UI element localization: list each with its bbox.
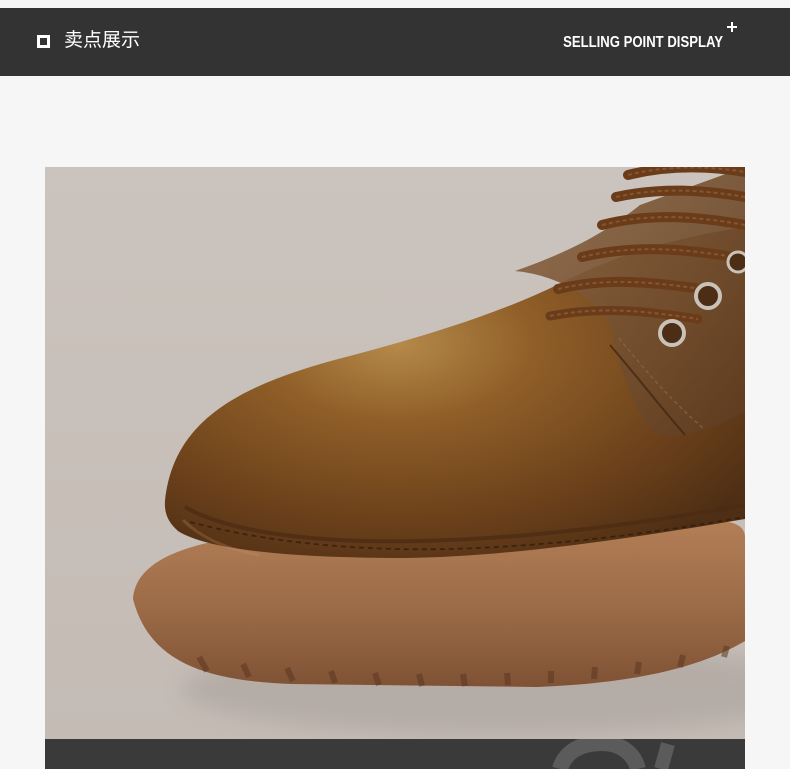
eyelet-3 (726, 250, 745, 274)
decorative-number-icon (552, 739, 675, 769)
selling-point-page: 卖点展示 SELLING POINT DISPLAY (0, 0, 790, 769)
section-title-en: SELLING POINT DISPLAY (563, 34, 723, 51)
plus-icon (727, 22, 737, 32)
square-outline-icon (37, 35, 50, 48)
boot-illustration (45, 167, 745, 742)
eyelet-1 (658, 319, 686, 347)
section-title-cn: 卖点展示 (64, 29, 141, 51)
boot-image (45, 167, 745, 742)
bottom-section-bar (45, 739, 745, 769)
section-header-bar: 卖点展示 SELLING POINT DISPLAY (0, 8, 790, 76)
eyelet-2 (694, 282, 722, 310)
